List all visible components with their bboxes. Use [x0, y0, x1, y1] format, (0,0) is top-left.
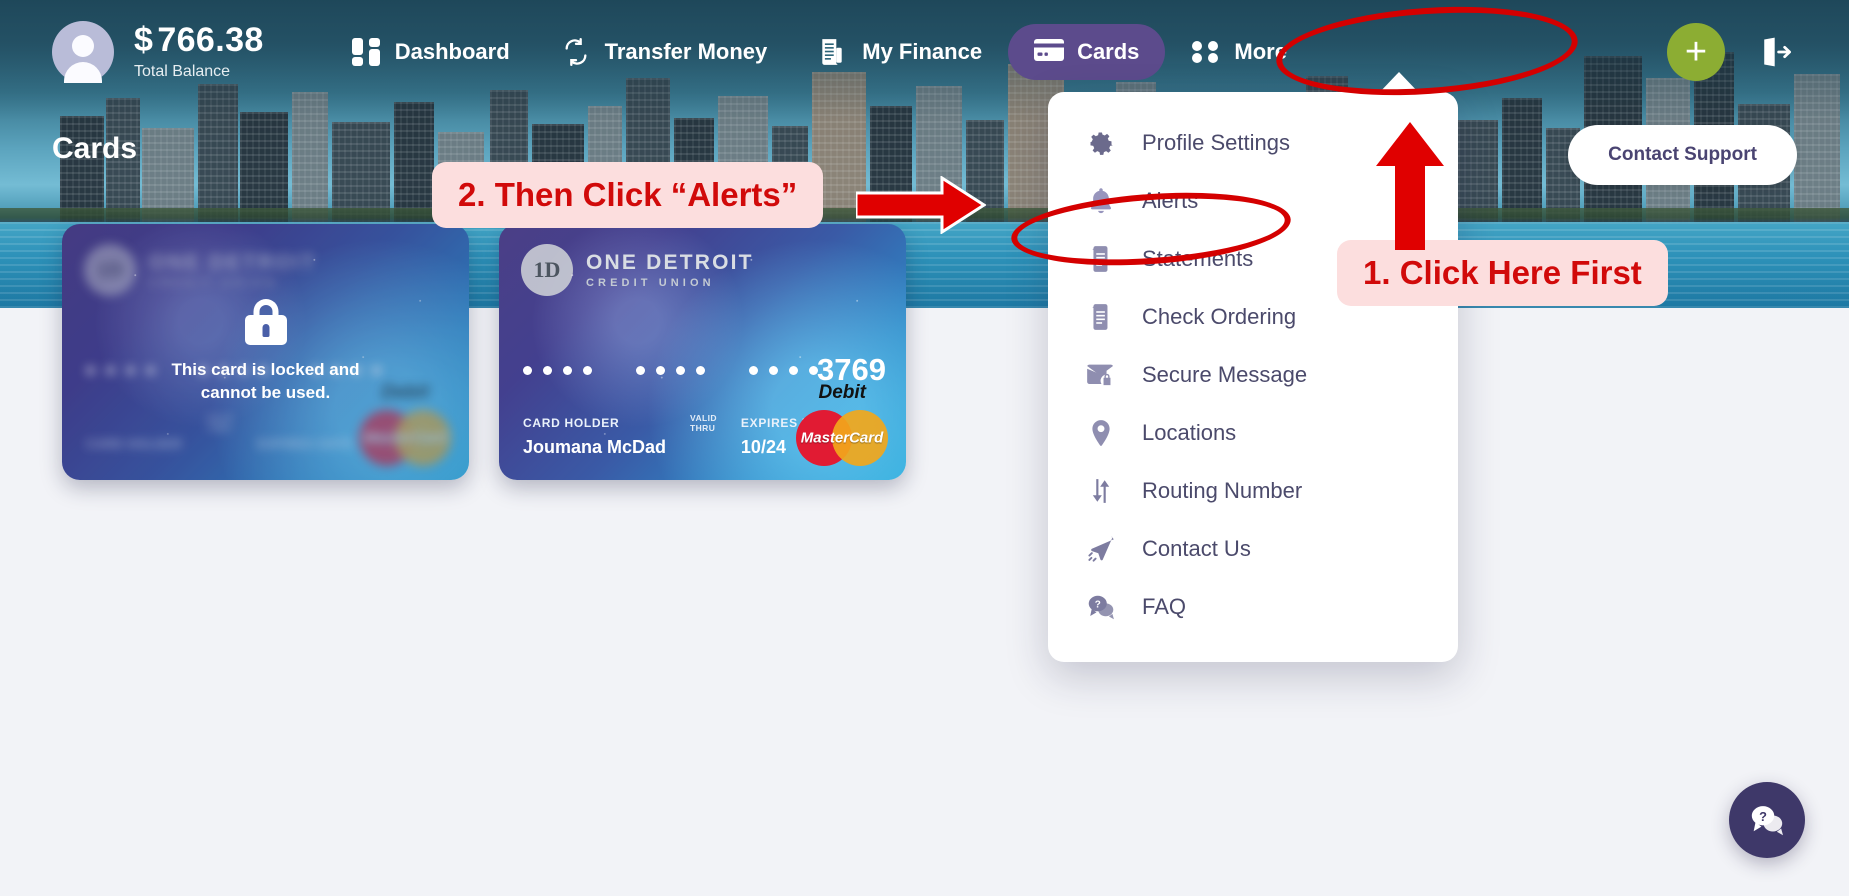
menu-label-faq: FAQ — [1142, 594, 1187, 619]
total-balance-amount: $766.38 — [134, 21, 264, 60]
menu-item-contact-us[interactable]: Contact Us — [1048, 520, 1458, 578]
nav-label-cards: Cards — [1077, 39, 1140, 64]
menu-item-faq[interactable]: ? FAQ — [1048, 578, 1458, 636]
nav-item-cards[interactable]: Cards — [1008, 24, 1166, 80]
nav-label-dashboard: Dashboard — [394, 39, 510, 64]
mastercard-logo: Debit MasterCard — [796, 382, 888, 466]
menu-label-secure-message: Secure Message — [1142, 362, 1308, 387]
card-brand: 1D ONE DETROIT CREDIT UNION — [521, 244, 754, 296]
transfer-money-icon — [562, 38, 590, 67]
card-locked-overlay: This card is locked and cannot be used. — [62, 224, 469, 480]
annotation-arrow-right — [856, 176, 986, 234]
user-avatar-icon[interactable] — [52, 21, 114, 83]
currency-symbol: $ — [134, 21, 154, 60]
header-actions: + — [1667, 23, 1849, 81]
contact-support-button[interactable]: Contact Support — [1568, 125, 1797, 185]
logout-icon — [1764, 37, 1791, 67]
card-network-name: MasterCard — [800, 429, 884, 447]
valid-thru-label: VALID THRU — [690, 413, 717, 434]
bell-icon — [1086, 186, 1116, 216]
balance-summary: $766.38 Total Balance — [0, 21, 264, 83]
gear-icon — [1086, 128, 1116, 158]
menu-label-profile-settings: Profile Settings — [1142, 130, 1290, 155]
logout-button[interactable] — [1759, 35, 1793, 69]
svg-text:?: ? — [1095, 599, 1101, 610]
menu-item-routing-number[interactable]: Routing Number — [1048, 462, 1458, 520]
add-button[interactable]: + — [1667, 23, 1725, 81]
bank-card-locked[interactable]: 1D ONE DETROIT CREDIT UNION CARD HOLDER … — [62, 224, 469, 480]
menu-item-secure-message[interactable]: Secure Message — [1048, 346, 1458, 404]
menu-label-statements: Statements — [1142, 246, 1254, 271]
brand-subtitle: CREDIT UNION — [586, 276, 715, 289]
svg-text:?: ? — [1759, 809, 1767, 824]
menu-label-check-ordering: Check Ordering — [1142, 304, 1297, 329]
nav-item-transfer-money[interactable]: Transfer Money — [536, 24, 794, 80]
page-root: $766.38 Total Balance Dashboard Transfer… — [0, 0, 1849, 896]
chat-help-button[interactable]: ? — [1729, 782, 1805, 858]
card-holder-name: Joumana McDad — [523, 437, 667, 457]
brand-name: ONE DETROIT — [586, 251, 754, 275]
lock-icon — [244, 299, 287, 346]
secure-mail-icon — [1086, 360, 1116, 390]
nav-label-more: More — [1234, 39, 1287, 64]
menu-label-locations: Locations — [1142, 420, 1237, 445]
menu-item-check-ordering[interactable]: Check Ordering — [1048, 288, 1458, 346]
menu-item-locations[interactable]: Locations — [1048, 404, 1458, 462]
main-nav-items: Dashboard Transfer Money My Finance Card… — [326, 24, 1313, 80]
credit-card-icon — [1034, 38, 1065, 66]
nav-label-transfer-money: Transfer Money — [604, 39, 768, 64]
cards-list: 1D ONE DETROIT CREDIT UNION CARD HOLDER … — [62, 224, 906, 480]
annotation-arrow-up — [1376, 122, 1444, 250]
menu-label-routing-number: Routing Number — [1142, 478, 1303, 503]
nav-label-my-finance: My Finance — [862, 39, 983, 64]
dashboard-icon — [351, 38, 380, 66]
top-navigation-bar: $766.38 Total Balance Dashboard Transfer… — [0, 0, 1849, 104]
map-pin-icon — [1086, 418, 1116, 448]
nav-item-more[interactable]: More — [1165, 24, 1313, 80]
menu-label-contact-us: Contact Us — [1142, 536, 1251, 561]
card-network-type: Debit — [818, 382, 867, 403]
page-title: Cards — [52, 132, 138, 165]
more-grid-icon — [1191, 38, 1219, 66]
bank-card-active[interactable]: 1D ONE DETROIT CREDIT UNION 3769 CARD HO… — [499, 224, 906, 480]
brand-badge: 1D — [521, 244, 573, 296]
card-locked-message: This card is locked and cannot be used. — [171, 360, 360, 402]
menu-label-alerts: Alerts — [1142, 188, 1199, 213]
balance-value: 766.38 — [157, 21, 264, 60]
nav-item-my-finance[interactable]: My Finance — [793, 24, 1008, 80]
dropdown-caret — [1378, 72, 1420, 94]
document-icon — [1086, 244, 1116, 274]
my-finance-icon — [819, 38, 847, 66]
nav-item-dashboard[interactable]: Dashboard — [326, 24, 536, 80]
total-balance-label: Total Balance — [134, 62, 231, 80]
chat-help-icon: ? — [1751, 806, 1783, 836]
card-holder-label: CARD HOLDER — [523, 416, 620, 430]
paper-plane-icon — [1086, 534, 1116, 564]
faq-bubble-icon: ? — [1086, 592, 1116, 622]
document-icon — [1086, 302, 1116, 332]
routing-arrows-icon — [1086, 476, 1116, 506]
card-details: CARD HOLDER Joumana McDad VALID THRU EXPI… — [523, 414, 836, 458]
